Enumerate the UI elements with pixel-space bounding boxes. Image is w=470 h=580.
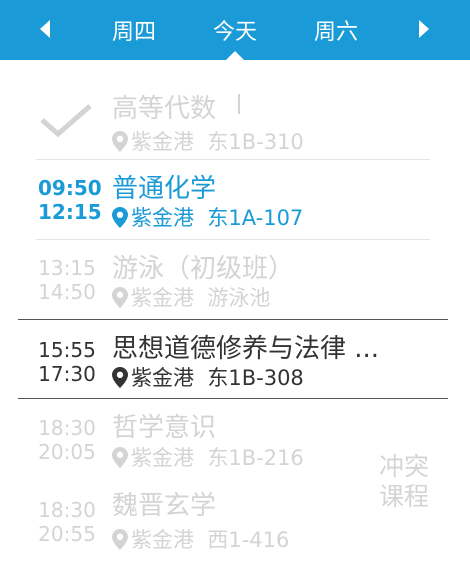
end-time: 14:50 [38,280,96,304]
location-pin-icon [112,529,128,550]
start-time: 15:55 [38,338,96,362]
start-time: 18:30 [38,498,96,522]
start-time: 09:50 [38,176,102,200]
course-time: 09:50 12:15 [38,176,102,224]
active-tab-indicator [226,51,244,60]
course-room: 东1B-310 [207,130,304,154]
course-campus: 紫金港 [131,286,194,310]
start-time: 13:15 [38,256,96,280]
course-title: 哲学意识 [112,413,217,443]
course-room: 东1A-107 [207,206,304,230]
course-room: 东1B-308 [207,366,304,390]
course-title: 思想道德修养与法律 ... [112,334,380,364]
course-item[interactable]: 13:15 14:50 游泳（初级班） 紫金港 游泳池 [0,240,470,318]
tab-today[interactable]: 今天 [190,14,280,46]
divider [18,398,448,399]
course-item[interactable]: 高等代数 紫金港 东1B-310 [0,78,470,158]
course-location: 紫金港 游泳池 [112,282,270,312]
conflict-courses-label: 冲突 课程 [378,452,429,511]
end-time: 12:15 [38,200,102,224]
course-location: 紫金港 东1B-310 [112,126,304,156]
course-location: 紫金港 西1-416 [112,524,289,554]
course-item-selected[interactable]: 15:55 17:30 思想道德修养与法律 ... 紫金港 东1B-308 [0,320,470,398]
end-time: 20:55 [38,522,96,546]
course-room: 东1B-216 [207,446,304,470]
course-room: 游泳池 [207,286,271,310]
tab-next-day[interactable]: 周六 [291,14,381,46]
day-nav-bar: 周四 今天 周六 [0,0,470,60]
location-pin-icon [112,287,128,308]
course-title: 魏晋玄学 [112,491,217,521]
course-room: 西1-416 [207,528,290,552]
next-day-arrow-icon[interactable] [419,20,429,38]
course-location: 紫金港 东1B-216 [112,442,304,472]
checkmark-icon [40,104,92,138]
course-campus: 紫金港 [131,366,194,390]
tab-prev-day[interactable]: 周四 [89,14,179,46]
course-campus: 紫金港 [131,206,194,230]
location-pin-icon [112,447,128,468]
start-time: 18:30 [38,416,96,440]
course-location: 紫金港 东1A-107 [112,202,303,232]
course-time: 18:30 20:55 [38,498,96,546]
end-time: 17:30 [38,362,96,386]
course-campus: 紫金港 [131,446,194,470]
course-time: 18:30 20:05 [38,416,96,464]
course-time: 15:55 17:30 [38,338,96,386]
location-pin-icon [112,367,128,388]
end-time: 20:05 [38,440,96,464]
course-time: 13:15 14:50 [38,256,96,304]
location-pin-icon [112,131,128,152]
course-campus: 紫金港 [131,130,194,154]
course-location: 紫金港 东1B-308 [112,362,304,392]
course-title: 高等代数 [112,94,217,124]
course-title: 普通化学 [112,174,217,204]
course-item[interactable]: 09:50 12:15 普通化学 紫金港 东1A-107 [0,160,470,240]
course-title: 游泳（初级班） [112,254,295,284]
text-cursor [238,94,240,114]
location-pin-icon [112,207,128,228]
course-campus: 紫金港 [131,528,194,552]
prev-day-arrow-icon[interactable] [40,20,50,38]
